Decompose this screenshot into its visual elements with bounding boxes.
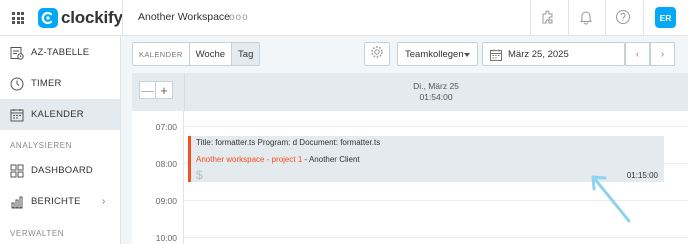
calendar-toolbar: KALENDER Woche Tag Teamkollegen März 25,… [121,36,688,73]
date-value: März 25, 2025 [508,49,569,60]
timesheet-icon [10,46,24,60]
annotation-arrow-icon [591,175,631,223]
puzzle-icon[interactable] [539,8,557,26]
header-divider [605,0,606,36]
bell-icon[interactable] [577,8,595,26]
day-label: Di., März 25 [413,81,459,91]
event-description: Title: formatter.ts Program: d Document:… [196,138,381,147]
workspace-name[interactable]: Another Workspace [138,11,230,23]
time-column: 07:00 08:00 09:00 10:00 [132,111,184,244]
sidebar-item-calendar[interactable]: KALENDER [0,99,120,130]
date-picker[interactable]: März 25, 2025 [482,42,625,66]
help-icon[interactable] [614,8,632,26]
calendar-icon [10,108,24,122]
view-switcher: KALENDER Woche Tag [132,42,261,66]
gear-icon [370,45,384,64]
time-label: 09:00 [155,196,177,206]
view-day-button[interactable]: Tag [231,43,260,65]
sidebar: AZ-TABELLE TIMER KALENDER ANALYSIEREN DA… [0,36,121,244]
sidebar-item-reports[interactable]: BERICHTE › [0,186,120,217]
clockify-logo-icon [38,8,58,28]
event-separator: - [302,155,309,164]
teammates-select[interactable]: Teamkollegen [397,42,478,66]
header-divider [643,0,644,36]
event-project: Another workspace - project 1 - Another … [196,155,360,164]
time-label: 07:00 [155,122,177,132]
sidebar-item-label: AZ-TABELLE [31,47,90,58]
sidebar-item-dashboard[interactable]: DASHBOARD [0,155,120,186]
header-divider [568,0,569,36]
time-label: 08:00 [155,159,177,169]
bar-chart-icon [10,195,24,209]
sidebar-item-timer[interactable]: TIMER [0,68,120,99]
prev-day-button[interactable]: ‹ [625,42,650,66]
hour-gridline [184,237,688,238]
workspace-more-icon[interactable]: ooo [229,12,249,23]
chevron-right-icon: › [102,196,106,207]
header-divider [122,0,123,36]
sidebar-item-label: TIMER [31,78,62,89]
teammates-select-value: Teamkollegen [405,48,464,60]
apps-grid-icon[interactable] [12,12,24,24]
view-label: KALENDER [139,49,183,59]
clock-icon [10,77,24,91]
hour-gridline [184,126,688,127]
sidebar-item-label: KALENDER [31,109,84,120]
sidebar-section-analyze: ANALYSIEREN [10,141,73,150]
day-header: Di., März 25 01:54:00 [184,81,688,103]
billable-icon[interactable]: $ [196,168,203,182]
sidebar-item-label: DASHBOARD [31,165,93,176]
view-week-button[interactable]: Woche [188,43,231,65]
sidebar-item-timesheet[interactable]: AZ-TABELLE [0,37,120,68]
calendar-icon [490,49,502,64]
next-day-button[interactable]: › [650,42,675,66]
zoom-controls: — + [139,81,173,99]
clockify-logo[interactable]: clockify [38,7,123,29]
time-label: 10:00 [155,233,177,243]
top-bar: clockify Another Workspace ooo ER [0,0,688,36]
zoom-in-button[interactable]: + [156,82,172,98]
sidebar-item-label: BERICHTE [31,196,81,207]
caret-down-icon [464,53,470,57]
app-name: clockify [61,8,123,27]
avatar[interactable]: ER [655,7,676,28]
event-project-name: Another workspace - project 1 [196,155,303,164]
settings-button[interactable] [364,42,390,66]
day-total: 01:54:00 [419,92,453,102]
zoom-out-button[interactable]: — [140,82,156,98]
dashboard-icon [10,164,24,178]
sidebar-section-manage: VERWALTEN [10,229,65,238]
event-client: Another Client [308,155,360,164]
header-divider [530,0,531,36]
calendar-header: — + Di., März 25 01:54:00 [132,73,688,111]
